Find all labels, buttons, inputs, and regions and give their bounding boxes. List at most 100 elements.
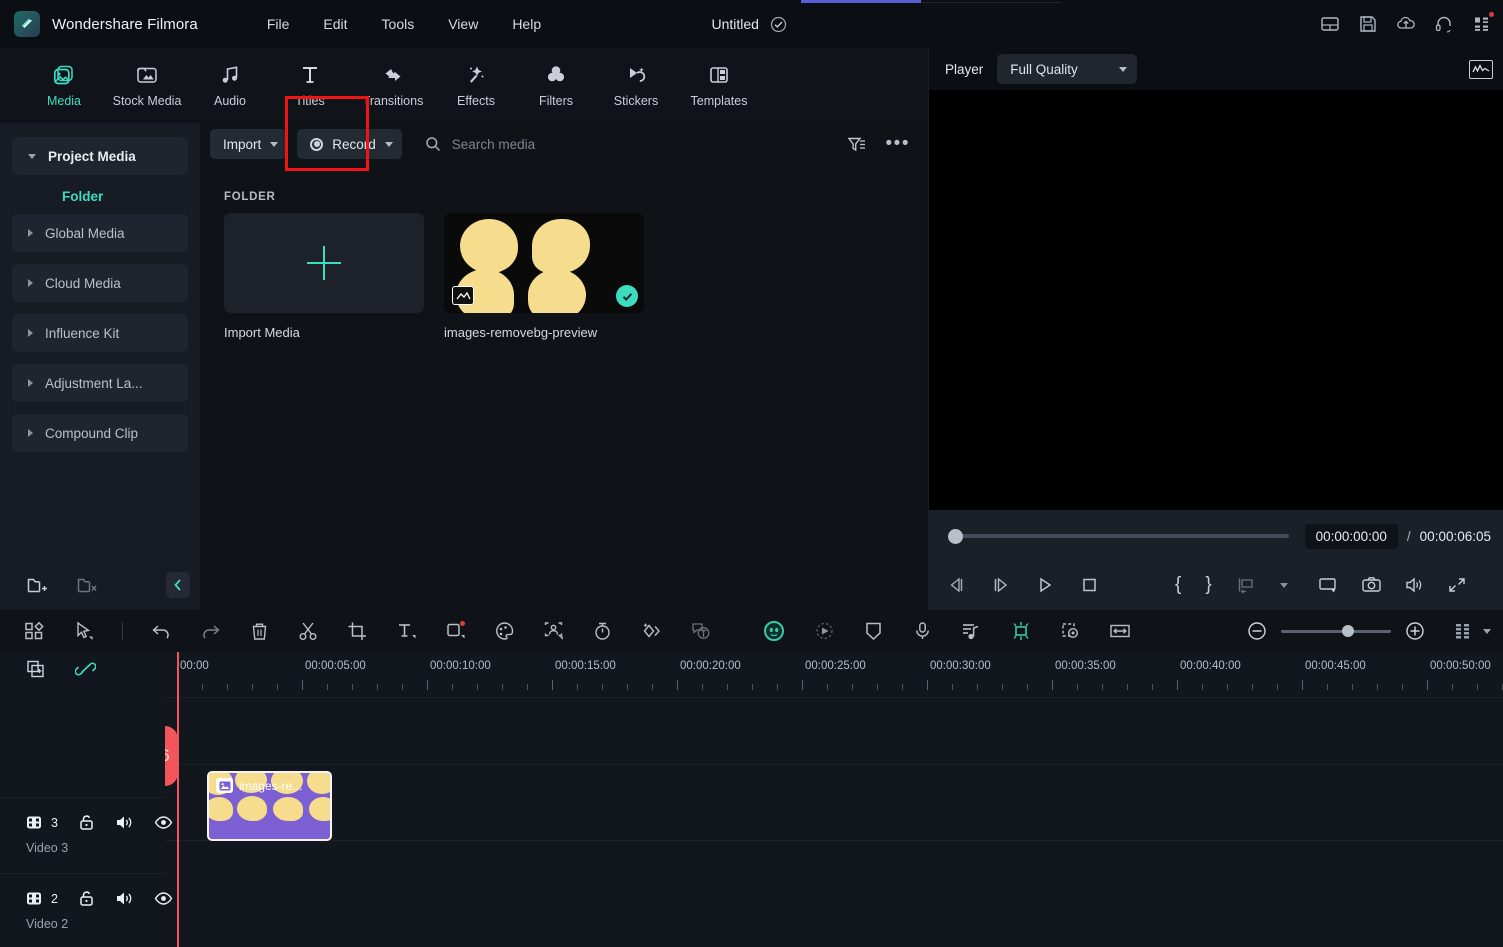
prev-frame-icon[interactable]: [947, 576, 967, 594]
chevron-down-icon[interactable]: [1483, 629, 1491, 634]
fit-width-icon[interactable]: [1109, 621, 1131, 641]
mark-in-button[interactable]: {: [1175, 574, 1181, 596]
current-timecode[interactable]: 00:00:00:00: [1305, 524, 1398, 549]
sidebar-item-project-media[interactable]: Project Media: [12, 137, 188, 175]
lock-icon[interactable]: [78, 814, 95, 831]
tab-effects[interactable]: Effects: [436, 48, 516, 123]
more-options-icon[interactable]: •••: [886, 140, 910, 148]
apps-grid-icon[interactable]: [1471, 13, 1493, 35]
new-folder-icon[interactable]: [26, 575, 48, 595]
timeline-lane-video3[interactable]: [165, 764, 1503, 840]
zoom-in-icon[interactable]: [1405, 621, 1425, 641]
fullscreen-icon[interactable]: [1447, 576, 1467, 594]
search-media-field[interactable]: Search media: [425, 136, 837, 152]
import-button[interactable]: Import: [210, 129, 287, 159]
screen-cast-icon[interactable]: [1318, 576, 1339, 594]
timeline-ruler[interactable]: 00:0000:00:05:0000:00:10:0000:00:15:0000…: [165, 652, 1503, 697]
collapse-panel-icon[interactable]: [166, 572, 190, 598]
track-header-video2[interactable]: 2: [0, 873, 165, 947]
voiceover-mic-icon[interactable]: [912, 621, 933, 641]
tab-filters[interactable]: Filters: [516, 48, 596, 123]
tab-audio[interactable]: Audio: [190, 48, 270, 123]
tab-templates[interactable]: Templates: [676, 48, 762, 123]
export-frame-icon[interactable]: [1236, 576, 1256, 594]
menu-item-view[interactable]: View: [435, 11, 491, 37]
ai-assistant-icon[interactable]: [762, 619, 786, 643]
mute-speaker-icon[interactable]: [115, 814, 134, 831]
timeline-tracks-area[interactable]: 00:0000:00:05:0000:00:10:0000:00:15:0000…: [165, 652, 1503, 947]
menu-item-help[interactable]: Help: [499, 11, 554, 37]
menu-item-tools[interactable]: Tools: [369, 11, 428, 37]
sidebar-item-adjustment-layer[interactable]: Adjustment La...: [12, 364, 188, 402]
crop-icon[interactable]: [347, 621, 368, 641]
timeline-lane-upper[interactable]: [165, 697, 1503, 764]
seek-bar[interactable]: [959, 534, 1289, 538]
portrait-cutout-icon[interactable]: [543, 621, 564, 641]
grid-view-icon[interactable]: [24, 621, 45, 641]
auto-caption-icon[interactable]: [690, 621, 712, 641]
headset-support-icon[interactable]: [1433, 13, 1455, 35]
media-thumbnail[interactable]: [444, 213, 644, 313]
markers-grid-icon[interactable]: [1453, 621, 1473, 641]
menu-item-edit[interactable]: Edit: [310, 11, 360, 37]
tab-stickers[interactable]: Stickers: [596, 48, 676, 123]
audio-sync-icon[interactable]: [961, 621, 982, 641]
next-frame-icon[interactable]: [991, 576, 1011, 594]
zoom-out-icon[interactable]: [1247, 621, 1267, 641]
undo-icon[interactable]: [151, 621, 172, 641]
sidebar-item-compound-clip[interactable]: Compound Clip: [12, 414, 188, 452]
sidebar-footer: [0, 560, 200, 610]
seek-handle[interactable]: [948, 529, 963, 544]
sidebar-item-global-media[interactable]: Global Media: [12, 214, 188, 252]
sidebar-item-cloud-media[interactable]: Cloud Media: [12, 264, 188, 302]
lock-icon[interactable]: [78, 890, 95, 907]
cloud-upload-icon[interactable]: [1395, 13, 1417, 35]
play-icon[interactable]: [1035, 576, 1055, 594]
snapshot-camera-icon[interactable]: [1361, 576, 1382, 594]
shape-mask-icon[interactable]: [445, 621, 466, 641]
mark-out-button[interactable]: }: [1205, 574, 1211, 596]
mute-speaker-icon[interactable]: [115, 890, 134, 907]
delete-folder-icon[interactable]: [76, 575, 98, 595]
volume-icon[interactable]: [1404, 576, 1425, 594]
color-palette-icon[interactable]: [494, 621, 515, 641]
save-icon[interactable]: [1357, 13, 1379, 35]
motion-tracking-icon[interactable]: [814, 621, 835, 641]
panel-layout-icon[interactable]: [1319, 13, 1341, 35]
tab-media[interactable]: Media: [24, 48, 104, 123]
timeline-lane-video2[interactable]: [165, 840, 1503, 916]
video-canvas[interactable]: [929, 90, 1503, 510]
keyframe-icon[interactable]: [641, 621, 662, 641]
select-cursor-icon[interactable]: [73, 621, 94, 641]
zoom-slider-handle[interactable]: [1342, 625, 1354, 637]
smart-flash-icon[interactable]: [1010, 621, 1032, 641]
media-item-card[interactable]: images-removebg-preview: [444, 213, 644, 340]
timeline-clip[interactable]: images-re...: [207, 771, 332, 841]
import-media-card[interactable]: Import Media: [224, 213, 424, 340]
filter-icon[interactable]: [847, 136, 866, 153]
add-track-icon[interactable]: [26, 659, 47, 679]
record-button[interactable]: Record: [297, 129, 402, 159]
link-clips-icon[interactable]: [75, 659, 96, 679]
waveform-scope-icon[interactable]: [1469, 60, 1493, 79]
quality-select[interactable]: Full Quality: [997, 54, 1137, 84]
scene-detect-icon[interactable]: [1060, 621, 1081, 641]
menu-item-file[interactable]: File: [254, 11, 303, 37]
tab-stock-media[interactable]: Stock Media: [104, 48, 190, 123]
tab-transitions[interactable]: Transitions: [350, 48, 436, 123]
split-scissors-icon[interactable]: [298, 621, 319, 641]
import-media-dropzone[interactable]: [224, 213, 424, 313]
tab-titles[interactable]: Titles: [270, 48, 350, 123]
stop-icon[interactable]: [1079, 576, 1099, 594]
text-tool-icon[interactable]: [396, 621, 417, 641]
stabilize-shield-icon[interactable]: [863, 621, 884, 641]
chevron-down-icon[interactable]: [1280, 583, 1288, 588]
playhead[interactable]: [177, 652, 179, 947]
redo-icon[interactable]: [200, 621, 221, 641]
sidebar-item-influence-kit[interactable]: Influence Kit: [12, 314, 188, 352]
delete-icon[interactable]: [249, 621, 270, 641]
track-header-video3[interactable]: 3: [0, 797, 165, 873]
speed-timer-icon[interactable]: [592, 621, 613, 641]
sidebar-folder-label[interactable]: Folder: [0, 181, 200, 214]
zoom-slider[interactable]: [1281, 630, 1391, 633]
